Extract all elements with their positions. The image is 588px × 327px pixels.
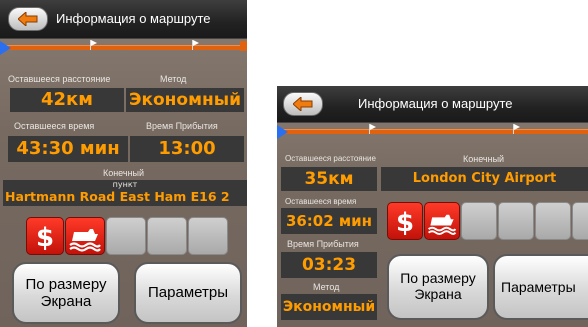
restriction-slot-empty[interactable] — [572, 202, 588, 240]
method-value: Экономный — [126, 88, 244, 112]
ferry-icon — [69, 229, 101, 252]
route-start-marker — [277, 125, 288, 139]
waypoint-flag-icon — [513, 124, 522, 134]
remaining-distance-label: Оставшееся расстояние — [285, 154, 376, 163]
toll-dollar-icon: $ — [36, 223, 54, 253]
parameters-button[interactable]: Параметры — [493, 254, 588, 320]
method-label: Метод — [313, 282, 340, 292]
svg-text:$: $ — [36, 223, 54, 253]
remaining-distance-value: 35км — [281, 167, 377, 191]
page-title: Информация о маршруте — [358, 96, 513, 111]
remaining-time-value: 36:02 мин — [281, 208, 377, 234]
route-start-marker — [0, 41, 11, 55]
arrival-time-value: 03:23 — [281, 252, 377, 278]
title-bar: Информация о маршруте — [277, 86, 588, 123]
toll-dollar-icon: $ — [396, 208, 414, 238]
method-value: Экономный — [281, 294, 377, 320]
destination-value-box: пункт Hartmann Road East Ham E16 2 — [3, 180, 247, 206]
waypoint-flag-icon — [192, 40, 201, 50]
parameters-button[interactable]: Параметры — [134, 262, 242, 324]
fit-to-screen-button[interactable]: По размеру Экрана — [12, 262, 120, 324]
arrival-time-value: 13:00 — [130, 136, 244, 162]
arrival-time-label: Время Прибытия — [146, 121, 218, 131]
remaining-distance-value: 42км — [10, 88, 124, 112]
back-button[interactable] — [283, 92, 323, 116]
toll-road-toggle[interactable]: $ — [26, 217, 64, 255]
fit-button-line1: По размеру — [400, 270, 476, 286]
fit-button-line2: Экрана — [40, 293, 92, 310]
page-title: Информация о маршруте — [56, 11, 211, 26]
fit-to-screen-button[interactable]: По размеру Экрана — [387, 254, 489, 320]
back-arrow-icon — [18, 12, 38, 26]
arrival-time-label: Время Прибытия — [287, 239, 359, 249]
remaining-time-label: Оставшееся время — [285, 197, 357, 206]
destination-value: Hartmann Road East Ham E16 2 — [5, 189, 230, 204]
route-info-screen-a: Информация о маршруте Оставшееся расстоя… — [0, 0, 247, 327]
title-bar: Информация о маршруте — [0, 0, 247, 39]
destination-label: Конечный — [102, 168, 145, 178]
remaining-time-label: Оставшееся время — [14, 121, 95, 131]
destination-label: Конечный — [463, 154, 505, 164]
toll-road-toggle[interactable]: $ — [387, 202, 423, 240]
restriction-slot-empty[interactable] — [461, 202, 497, 240]
restriction-slot-empty[interactable] — [106, 217, 146, 255]
fit-button-line1: По размеру — [25, 276, 107, 293]
back-button[interactable] — [8, 7, 48, 31]
ferry-toggle[interactable] — [424, 202, 460, 240]
waypoint-flag-icon — [369, 124, 378, 134]
remaining-time-value: 43:30 мин — [8, 136, 128, 162]
restriction-slot-empty[interactable] — [498, 202, 534, 240]
restriction-slot-empty[interactable] — [535, 202, 571, 240]
waypoint-flag-icon — [90, 40, 99, 50]
svg-text:$: $ — [396, 208, 414, 238]
route-info-screen-b: Информация о маршруте Оставшееся расстоя… — [277, 86, 588, 327]
destination-sublabel: пункт — [112, 180, 138, 189]
ferry-toggle[interactable] — [65, 217, 105, 255]
remaining-distance-label: Оставшееся расстояние — [8, 74, 111, 84]
restriction-slot-empty[interactable] — [147, 217, 187, 255]
ferry-icon — [427, 214, 457, 235]
destination-value: London City Airport — [381, 167, 588, 191]
method-label: Метод — [160, 74, 187, 84]
restriction-slot-empty[interactable] — [188, 217, 228, 255]
fit-button-line2: Экрана — [414, 286, 462, 302]
route-end-marker — [240, 41, 247, 51]
back-arrow-icon — [293, 97, 313, 111]
